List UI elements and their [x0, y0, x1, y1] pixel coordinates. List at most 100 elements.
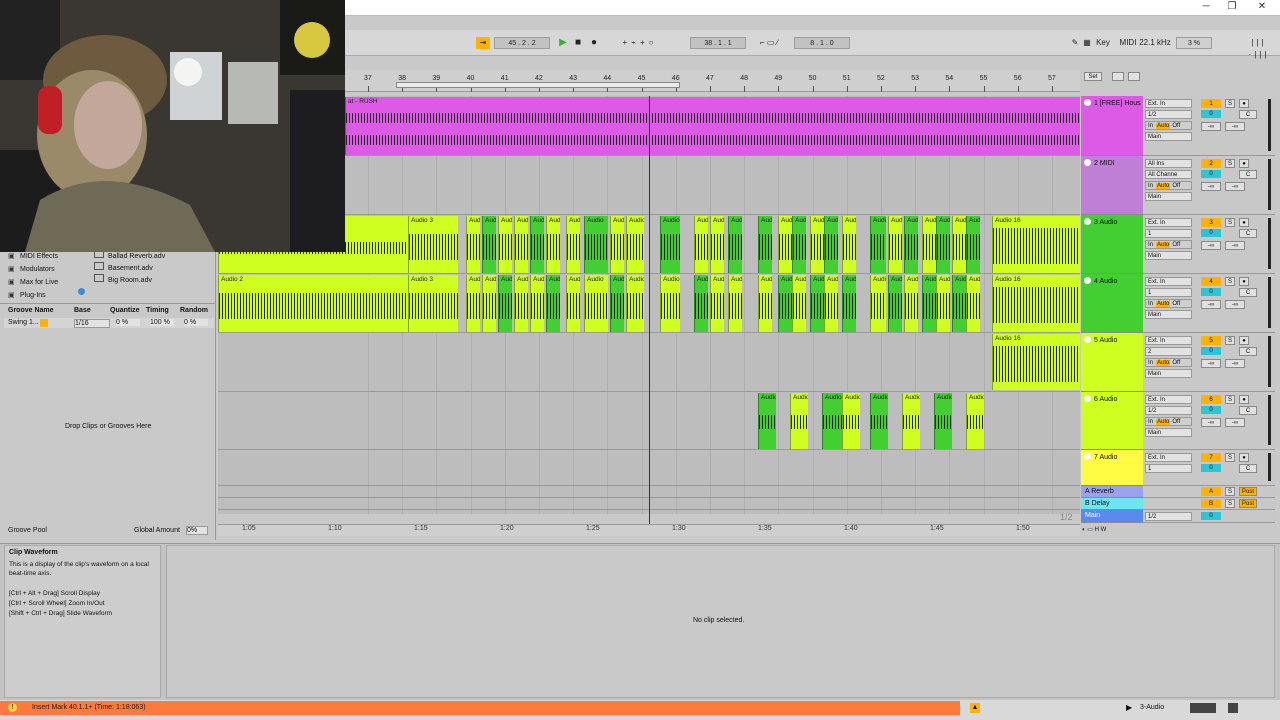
audio-clip[interactable]: Audio — [870, 216, 886, 273]
volume-field[interactable]: 0 — [1201, 406, 1221, 414]
midi-map-button[interactable]: MIDI — [1118, 37, 1138, 49]
audio-clip[interactable]: Audio — [778, 216, 792, 273]
solo-button[interactable]: S — [1225, 218, 1235, 227]
track-header[interactable]: 2 MIDI — [1081, 156, 1143, 215]
loop-length-display[interactable]: 8 . 1 . 0 — [794, 37, 850, 49]
audio-clip[interactable]: Audio — [694, 275, 708, 332]
send-a-field[interactable]: -∞ — [1201, 359, 1221, 368]
lock-icon[interactable] — [1128, 72, 1140, 81]
arm-icon[interactable]: ● — [1239, 453, 1249, 462]
audio-clip[interactable]: Audio — [870, 393, 888, 449]
audio-clip[interactable]: Audio — [660, 216, 680, 273]
output-select[interactable]: Main — [1145, 369, 1192, 378]
main-volume[interactable]: 0 — [1201, 512, 1221, 520]
audio-clip[interactable]: Audio — [566, 216, 580, 273]
monitor-off-button[interactable]: Off — [1172, 301, 1180, 307]
audio-clip[interactable]: Audio — [966, 393, 984, 449]
track-activator[interactable]: 7 — [1201, 453, 1221, 462]
return-track-b-header[interactable]: B Delay — [1081, 498, 1143, 510]
browser-category-item[interactable]: ▣ MIDI Effects — [8, 252, 88, 263]
audio-clip[interactable]: Audio — [710, 216, 724, 273]
monitor-off-button[interactable]: Off — [1172, 360, 1180, 366]
input-channel-select[interactable]: 1 — [1145, 229, 1192, 238]
audio-clip[interactable]: Audio — [610, 216, 624, 273]
clip-view[interactable]: No clip selected. — [166, 545, 1275, 698]
audio-clip[interactable]: Audio — [842, 275, 856, 332]
audio-clip[interactable]: Audio — [934, 393, 952, 449]
audio-clip[interactable]: Audio — [966, 216, 980, 273]
browser-category-item[interactable]: ▣ Plug-Ins — [8, 291, 88, 302]
pan-field[interactable]: C — [1239, 288, 1257, 297]
monitor-auto-button[interactable]: Auto — [1156, 301, 1171, 307]
audio-clip[interactable]: Audio — [824, 275, 838, 332]
audio-clip[interactable]: Audio — [842, 393, 860, 449]
monitor-in-button[interactable]: In — [1148, 183, 1153, 189]
monitor-in-button[interactable]: In — [1148, 242, 1153, 248]
send-b-field[interactable]: -∞ — [1225, 359, 1245, 368]
audio-clip[interactable]: Audio 2 — [218, 275, 408, 332]
audio-clip[interactable]: Audio — [790, 393, 808, 449]
send-a-field[interactable]: -∞ — [1201, 122, 1221, 131]
maximize-button[interactable]: ❐ — [1222, 1, 1242, 13]
track-fold-icon[interactable] — [1084, 395, 1091, 402]
track-fold-icon[interactable] — [1084, 99, 1091, 106]
view-toggles[interactable]: |||·||| — [1244, 37, 1274, 59]
solo-button[interactable]: S — [1225, 99, 1235, 108]
audio-clip[interactable]: Audio — [936, 216, 950, 273]
volume-field[interactable]: 0 — [1201, 229, 1221, 237]
track-activator[interactable]: 5 — [1201, 336, 1221, 345]
audio-clip[interactable]: Audio — [546, 275, 560, 332]
track-header[interactable]: 1 [FREE] Hous — [1081, 96, 1143, 156]
audio-clip[interactable]: Audio — [498, 275, 512, 332]
send-b-field[interactable]: -∞ — [1225, 122, 1245, 131]
audio-clip[interactable]: Audio — [694, 216, 708, 273]
volume-field[interactable]: 0 — [1201, 347, 1221, 355]
audio-clip[interactable]: Audio — [922, 216, 936, 273]
audio-clip[interactable]: Audio — [610, 275, 624, 332]
solo-button[interactable]: S — [1225, 277, 1235, 286]
pan-field[interactable]: C — [1239, 347, 1257, 356]
audio-clip[interactable]: Audio — [952, 216, 966, 273]
monitor-auto-button[interactable]: Auto — [1156, 360, 1171, 366]
computer-keyboard-icon[interactable]: ▦ — [1082, 37, 1092, 49]
audio-clip[interactable]: Audio — [758, 216, 772, 273]
audio-clip[interactable]: Audio — [888, 275, 902, 332]
automation-buttons[interactable]: +⌁+○ — [610, 37, 670, 49]
browser-category-item[interactable]: ▣ Max for Live — [8, 278, 88, 289]
audio-clip[interactable]: Audio — [966, 275, 980, 332]
play-icon[interactable]: ▶ — [557, 37, 569, 49]
send-b-field[interactable]: -∞ — [1225, 182, 1245, 191]
track-fold-icon[interactable] — [1084, 277, 1091, 284]
output-select[interactable]: Main — [1145, 251, 1192, 260]
volume-field[interactable]: 0 — [1201, 464, 1221, 472]
input-channel-select[interactable]: 1 — [1145, 288, 1192, 297]
volume-field[interactable]: 0 — [1201, 288, 1221, 296]
arm-icon[interactable]: ● — [1239, 336, 1249, 345]
output-select[interactable]: Main — [1145, 310, 1192, 319]
warning-icon[interactable]: ! — [8, 703, 17, 712]
audio-clip[interactable]: Audio — [626, 216, 644, 273]
input-type-select[interactable]: Ext. In — [1145, 395, 1192, 404]
audio-clip[interactable]: Audio — [888, 216, 902, 273]
output-select[interactable]: Main — [1145, 192, 1192, 201]
audio-clip[interactable]: Audio — [530, 275, 544, 332]
audio-clip[interactable]: Audio 16 — [992, 216, 1080, 273]
global-amount-field[interactable]: 0% — [186, 526, 208, 535]
audio-clip[interactable]: Audio — [936, 275, 950, 332]
input-type-select[interactable]: Ext. In — [1145, 453, 1192, 462]
output-select[interactable]: Main — [1145, 132, 1192, 141]
groove-base-select[interactable]: 1/16 — [74, 319, 110, 328]
follow-button[interactable]: ⇥ — [476, 37, 490, 49]
monitor-off-button[interactable]: Off — [1172, 183, 1180, 189]
audio-clip[interactable]: Audio — [758, 275, 772, 332]
audio-clip[interactable]: Audio — [810, 216, 824, 273]
input-type-select[interactable]: Ext. In — [1145, 218, 1192, 227]
detail-toggle-icon[interactable] — [1228, 703, 1238, 713]
pan-field[interactable]: C — [1239, 229, 1257, 238]
input-channel-select[interactable]: 1 — [1145, 464, 1192, 473]
audio-clip[interactable]: Audio — [824, 216, 838, 273]
volume-field[interactable]: 0 — [1201, 110, 1221, 118]
track-fold-icon[interactable] — [1084, 159, 1091, 166]
audio-clip[interactable]: at - RUSH — [345, 97, 1080, 155]
track-header[interactable]: 4 Audio — [1081, 274, 1143, 333]
